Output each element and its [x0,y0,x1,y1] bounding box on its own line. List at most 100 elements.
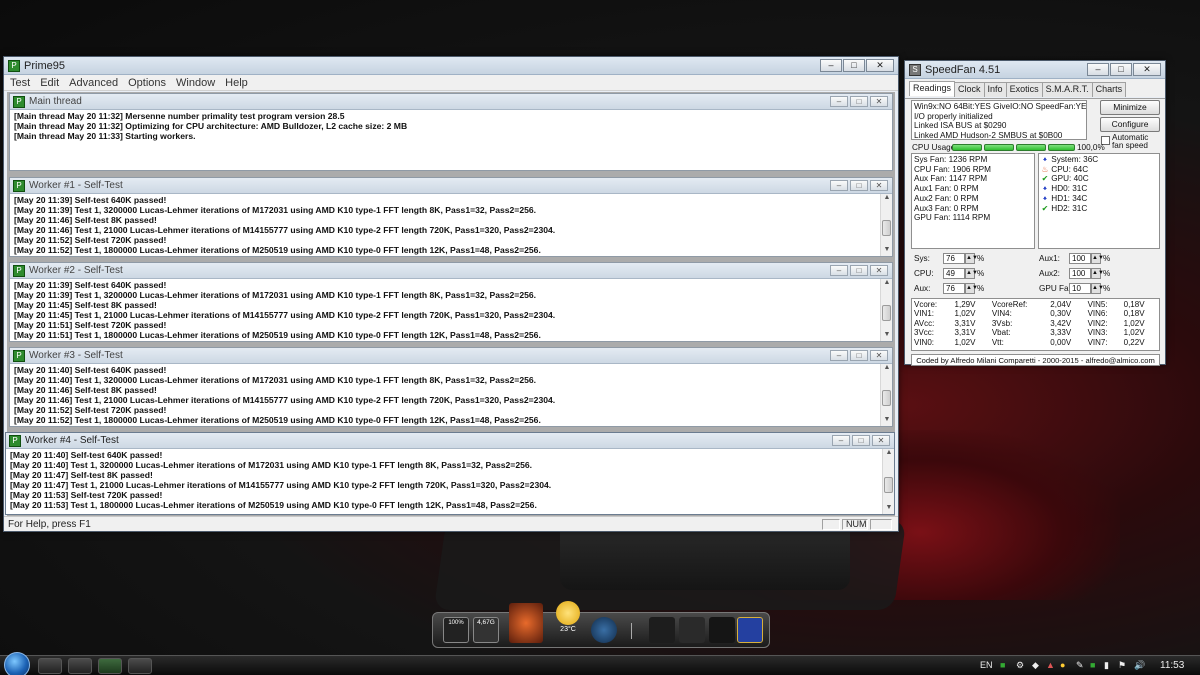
close-button[interactable]: ✕ [870,265,888,276]
tab-exotics[interactable]: Exotics [1005,82,1043,97]
scroll-thumb[interactable] [882,305,891,321]
vertical-scrollbar[interactable]: ▲ ▼ [882,449,894,514]
scroll-down-arrow[interactable]: ▼ [883,504,895,514]
scroll-down-arrow[interactable]: ▼ [881,246,893,256]
flag-icon[interactable]: ⚑ [1118,660,1126,671]
prime95-taskbar-icon[interactable] [98,658,122,674]
log-output[interactable]: [May 20 11:39] Self-test 640K passed! [M… [10,279,892,341]
tab-info[interactable]: Info [983,82,1007,97]
tray-icon[interactable]: ● [1060,660,1065,670]
vertical-scrollbar[interactable]: ▲ ▼ [880,194,892,256]
menu-window[interactable]: Window [176,77,215,89]
minimize-button[interactable]: – [820,59,842,72]
worker-3-window[interactable]: P Worker #3 - Self-Test – □ ✕ [May 20 11… [9,347,893,427]
tray-icon[interactable]: ⚙ [1016,660,1024,671]
speedfan-taskbar-icon[interactable] [128,658,152,674]
spinner-arrows-icon[interactable]: ▲▼ [1091,253,1104,264]
configure-button[interactable]: Configure [1100,117,1160,132]
game-icon[interactable] [709,617,735,643]
worker-4-window[interactable]: P Worker #4 - Self-Test – □ ✕ [May 20 11… [5,432,895,515]
close-button[interactable]: ✕ [866,59,894,72]
restore-button[interactable]: □ [850,350,868,361]
scroll-up-arrow[interactable]: ▲ [883,449,895,459]
spinner-arrows-icon[interactable]: ▲▼ [965,253,978,264]
speedfan-titlebar[interactable]: S SpeedFan 4.51 – □ ✕ [905,61,1165,79]
speed-input-aux1[interactable]: 100 [1069,253,1091,264]
scroll-up-arrow[interactable]: ▲ [881,279,893,289]
child-titlebar[interactable]: P Worker #1 - Self-Test – □ ✕ [10,178,892,194]
scroll-thumb[interactable] [884,477,893,493]
speedfan-window[interactable]: S SpeedFan 4.51 – □ ✕ Readings Clock Inf… [904,60,1166,366]
close-button[interactable]: ✕ [870,96,888,107]
chrome-icon[interactable] [68,658,92,674]
worker-2-window[interactable]: P Worker #2 - Self-Test – □ ✕ [May 20 11… [9,262,893,342]
volume-icon[interactable]: 🔊 [1134,660,1145,671]
main-thread-window[interactable]: P Main thread – □ ✕ [Main thread May 20 … [9,93,893,171]
tray-icon[interactable]: ■ [1090,660,1095,670]
restore-button[interactable]: □ [852,435,870,446]
prime95-window[interactable]: P Prime95 – □ ✕ Test Edit Advanced Optio… [3,56,899,532]
prime95-titlebar[interactable]: P Prime95 – □ ✕ [4,57,898,75]
log-output[interactable]: [May 20 11:40] Self-test 640K passed! [M… [6,449,894,511]
start-button[interactable] [4,652,30,675]
speed-input-aux[interactable]: 76 [943,283,965,294]
network-icon[interactable]: ▮ [1104,660,1109,671]
tab-readings[interactable]: Readings [909,81,956,96]
close-button[interactable]: ✕ [1133,63,1161,76]
maximize-button[interactable]: □ [843,59,865,72]
game-icon[interactable] [649,617,675,643]
speed-input-gpu-fan[interactable]: 10 [1069,283,1091,294]
maximize-button[interactable]: □ [1110,63,1132,76]
menu-edit[interactable]: Edit [40,77,59,89]
minimize-button[interactable]: Minimize [1100,100,1160,115]
worker-1-window[interactable]: P Worker #1 - Self-Test – □ ✕ [May 20 11… [9,177,893,257]
language-indicator[interactable]: EN [980,660,993,670]
tab-clock[interactable]: Clock [954,82,985,97]
minimize-button[interactable]: – [830,180,848,191]
child-titlebar[interactable]: P Worker #3 - Self-Test – □ ✕ [10,348,892,364]
vertical-scrollbar[interactable]: ▲ ▼ [880,364,892,426]
close-button[interactable]: ✕ [872,435,890,446]
tray-icon[interactable]: ◆ [1032,660,1039,671]
weather-widget[interactable]: 23°C [553,601,583,645]
menu-options[interactable]: Options [128,77,166,89]
close-button[interactable]: ✕ [870,180,888,191]
close-button[interactable]: ✕ [870,350,888,361]
restore-button[interactable]: □ [850,265,868,276]
menu-advanced[interactable]: Advanced [69,77,118,89]
explorer-icon[interactable] [38,658,62,674]
game-icon[interactable] [509,603,543,643]
league-of-legends-icon[interactable] [737,617,763,643]
log-output[interactable]: [Main thread May 20 11:32] Mersenne numb… [10,110,892,142]
minimize-button[interactable]: – [830,265,848,276]
tray-icon[interactable]: ✎ [1076,660,1084,671]
menu-help[interactable]: Help [225,77,248,89]
minimize-button[interactable]: – [830,350,848,361]
ram-meter-widget[interactable]: 100% [443,617,469,643]
restore-button[interactable]: □ [850,180,868,191]
minimize-button[interactable]: – [1087,63,1109,76]
spinner-arrows-icon[interactable]: ▲▼ [1091,283,1104,294]
tray-icon[interactable]: ■ [1000,660,1005,670]
tab-smart[interactable]: S.M.A.R.T. [1041,82,1093,97]
status-log[interactable]: Win9x:NO 64Bit:YES GiveIO:NO SpeedFan:YE… [911,100,1087,140]
minimize-button[interactable]: – [832,435,850,446]
minimize-button[interactable]: – [830,96,848,107]
scroll-down-arrow[interactable]: ▼ [881,416,893,426]
spinner-arrows-icon[interactable]: ▲▼ [1091,268,1104,279]
speed-input-aux2[interactable]: 100 [1069,268,1091,279]
taskbar-clock[interactable]: 11:53 [1160,660,1184,671]
scroll-down-arrow[interactable]: ▼ [881,331,893,341]
menu-test[interactable]: Test [10,77,30,89]
scroll-up-arrow[interactable]: ▲ [881,194,893,204]
steam-icon[interactable] [591,617,617,643]
scroll-thumb[interactable] [882,390,891,406]
scroll-thumb[interactable] [882,220,891,236]
sniper-elite-icon[interactable] [679,617,705,643]
log-output[interactable]: [May 20 11:40] Self-test 640K passed! [M… [10,364,892,426]
scroll-up-arrow[interactable]: ▲ [881,364,893,374]
speed-input-cpu[interactable]: 49 [943,268,965,279]
spinner-arrows-icon[interactable]: ▲▼ [965,268,978,279]
storage-meter-widget[interactable]: 4,67G [473,617,499,643]
speed-input-sys[interactable]: 76 [943,253,965,264]
